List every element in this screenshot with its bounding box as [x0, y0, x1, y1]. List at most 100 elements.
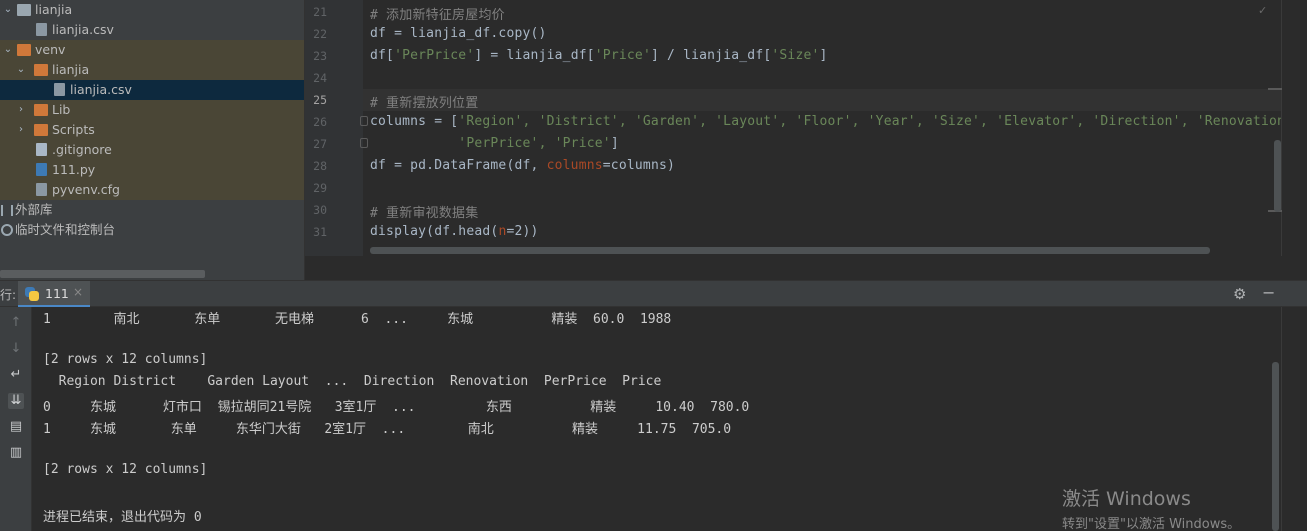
code-string: 'Region', 'District', 'Garden', 'Layout'… [458, 114, 1286, 129]
code-line-31[interactable]: display(df.head(n=2)) [370, 224, 539, 239]
tree-item-venv[interactable]: ⌄ venv [0, 40, 304, 60]
chevron-right-icon[interactable]: › [15, 100, 27, 120]
console-line: Region District Garden Layout ... Direct… [43, 374, 662, 389]
tree-item-venv-lianjia[interactable]: ⌄ lianjia [0, 60, 304, 80]
code-line-25[interactable]: # 重新摆放列位置 [370, 92, 478, 111]
code-text: df[ [370, 48, 395, 63]
code-line-23[interactable]: df['PerPrice'] = lianjia_df['Price'] / l… [370, 48, 828, 63]
line-number: 27 [313, 137, 327, 151]
scratches-icon [1, 224, 13, 236]
code-string: 'Size' [771, 48, 820, 63]
code-string: 'PerPrice', 'Price' [458, 136, 611, 151]
tree-item-lib[interactable]: › Lib [0, 100, 304, 120]
line-number: 29 [313, 181, 327, 195]
tree-item-label: .gitignore [52, 142, 112, 157]
chevron-right-icon[interactable]: › [15, 120, 27, 140]
soft-wrap-icon[interactable]: ↵ [8, 367, 24, 383]
minimize-icon[interactable]: − [1262, 283, 1275, 302]
code-text: ] / lianjia_df[ [650, 48, 772, 63]
code-line-27[interactable]: 'PerPrice', 'Price'] [370, 136, 619, 151]
tree-item-label: lianjia [52, 62, 90, 77]
line-number: 21 [313, 5, 327, 19]
line-number: 28 [313, 159, 327, 173]
chevron-down-icon[interactable]: ⌄ [2, 0, 14, 20]
scroll-up-icon[interactable]: ↑ [8, 315, 24, 331]
fold-start-icon[interactable] [360, 116, 368, 126]
tree-item-label: pyvenv.cfg [52, 182, 120, 197]
code-text: =2)) [506, 224, 539, 239]
tree-item-label: venv [35, 42, 66, 57]
console-marker-bar [1281, 307, 1307, 531]
code-line-26[interactable]: columns = ['Region', 'District', 'Garden… [370, 114, 1285, 129]
scroll-to-end-icon[interactable]: ⇊ [8, 393, 24, 409]
line-number: 23 [313, 49, 327, 63]
console-line: [2 rows x 12 columns] [43, 462, 208, 477]
code-text: df = lianjia_df.copy() [370, 26, 547, 41]
editor-horizontal-scrollbar[interactable] [370, 247, 1210, 254]
code-text: =columns) [602, 158, 676, 173]
code-string: 'Price' [594, 48, 651, 63]
code-line-21[interactable]: # 添加新特征房屋均价 [370, 4, 505, 23]
code-text: ] = lianjia_df[ [474, 48, 595, 63]
tree-item-label: 临时文件和控制台 [15, 222, 116, 237]
tree-item-lianjia-csv[interactable]: lianjia.csv [0, 20, 304, 40]
trash-icon[interactable]: ▥ [8, 445, 24, 461]
folder-icon [17, 4, 31, 16]
tree-item-label: lianjia [35, 2, 73, 17]
scroll-down-icon[interactable]: ↓ [8, 341, 24, 357]
tree-item-111-py[interactable]: 111.py [0, 160, 304, 180]
tree-item-external-libraries[interactable]: 外部库 [0, 200, 304, 220]
tree-item-label: Scripts [52, 122, 95, 137]
chevron-down-icon[interactable]: ⌄ [15, 60, 27, 80]
close-icon[interactable]: × [73, 285, 83, 299]
text-file-icon [36, 143, 47, 156]
run-tab-111[interactable]: 111 × [18, 281, 90, 308]
chevron-down-icon[interactable]: ⌄ [2, 40, 14, 60]
console-line: 进程已结束，退出代码为 0 [43, 510, 202, 525]
tree-item-venv-lianjia-csv[interactable]: lianjia.csv [0, 80, 304, 100]
editor-bottom-strip [305, 256, 1307, 280]
tree-item-label: 外部库 [15, 202, 53, 217]
console-line: 0 东城 灯市口 锡拉胡同21号院 3室1厅 ... 东西 精装 10.40 7… [43, 400, 750, 415]
print-icon[interactable]: ▤ [8, 419, 24, 435]
code-editor[interactable]: 21 22 23 24 25 26 27 28 29 30 31 # 添加新特征… [304, 0, 1307, 280]
code-line-22[interactable]: df = lianjia_df.copy() [370, 26, 547, 41]
excluded-folder-icon [34, 64, 48, 76]
library-icon [1, 205, 13, 216]
code-text: columns = [ [370, 114, 459, 129]
console-line: [2 rows x 12 columns] [43, 352, 208, 367]
python-file-icon [36, 163, 47, 176]
config-file-icon [36, 183, 47, 196]
tree-item-label: Lib [52, 102, 71, 117]
error-stripe-mark[interactable] [1268, 88, 1282, 90]
tree-item-pyvenv-cfg[interactable]: pyvenv.cfg [0, 180, 304, 200]
watermark-subtitle: 转到"设置"以激活 Windows。 [1062, 517, 1241, 531]
code-text: display(df.head( [370, 224, 499, 239]
run-tool-window-header: 行: 111 × ⚙ − [0, 280, 1307, 308]
run-tab-label: 111 [45, 286, 69, 301]
inspection-check-icon[interactable]: ✓ [1258, 4, 1267, 17]
code-comment: # 重新摆放列位置 [370, 96, 479, 111]
code-line-30[interactable]: # 重新审视数据集 [370, 202, 478, 221]
gear-icon[interactable]: ⚙ [1233, 285, 1246, 303]
fold-end-icon[interactable] [360, 138, 368, 148]
python-icon [25, 287, 39, 301]
excluded-folder-icon [34, 104, 48, 116]
console-vertical-scrollbar[interactable] [1272, 362, 1279, 531]
editor-vertical-scrollbar[interactable] [1274, 140, 1281, 212]
tree-item-lianjia-folder[interactable]: ⌄ lianjia [0, 0, 304, 20]
tree-item-gitignore[interactable]: .gitignore [0, 140, 304, 160]
line-number: 31 [313, 225, 327, 239]
run-toolbar: ↑ ↓ ↵ ⇊ ▤ ▥ [0, 307, 32, 531]
tree-horizontal-scrollbar[interactable] [0, 270, 205, 278]
line-number-current: 25 [313, 93, 327, 107]
code-text: ] [819, 48, 828, 63]
tree-item-scratches[interactable]: 临时文件和控制台 [0, 220, 304, 240]
excluded-folder-icon [34, 124, 48, 136]
current-line-highlight [363, 89, 1281, 111]
project-tree: ⌄ lianjia lianjia.csv ⌄ venv ⌄ lianjia l… [0, 0, 304, 280]
code-line-28[interactable]: df = pd.DataFrame(df, columns=columns) [370, 158, 675, 173]
console-line: 1 东城 东单 东华门大街 2室1厅 ... 南北 精装 11.75 705.0 [43, 422, 732, 437]
tree-item-scripts[interactable]: › Scripts [0, 120, 304, 140]
